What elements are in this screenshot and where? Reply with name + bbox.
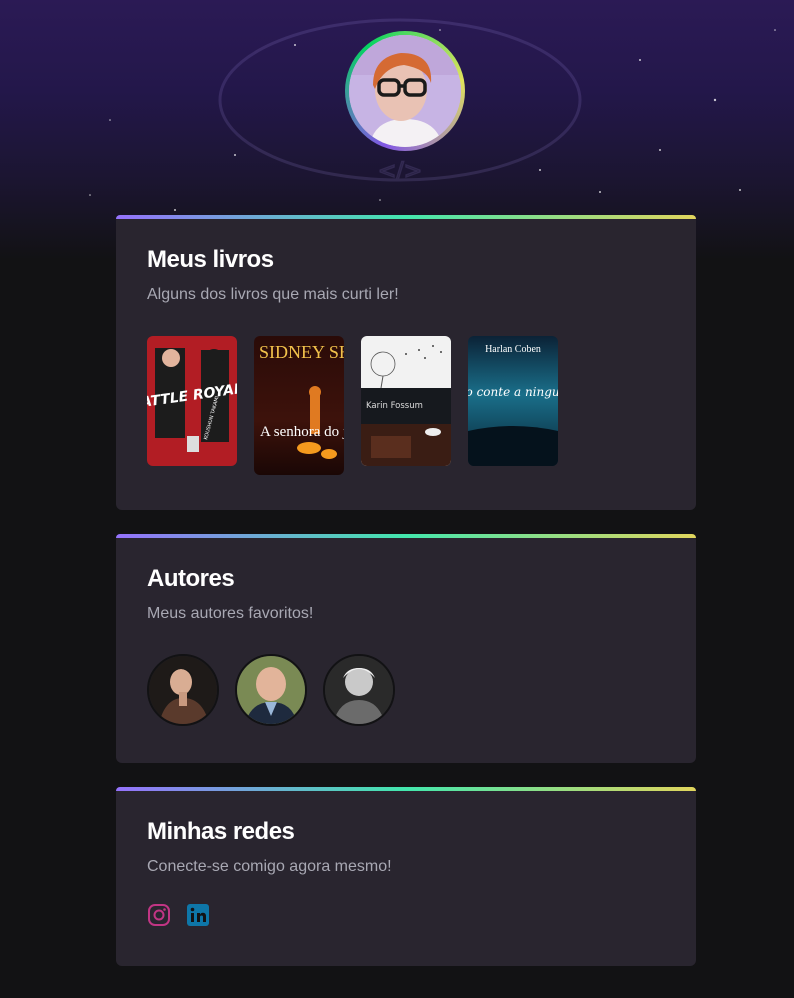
svg-text:</>: </> (378, 159, 422, 184)
book-cover-title: Não conte a ninguém (468, 385, 558, 399)
books-list: BATTLE ROYALE KOUSHUN TAKAMI SIDNEY SHEL… (147, 336, 665, 475)
author-photo-2[interactable] (235, 654, 307, 726)
authors-title: Autores (147, 565, 235, 592)
social-card: Minhas redes Conecte-se comigo agora mes… (116, 787, 696, 966)
linkedin-link[interactable] (186, 903, 210, 927)
author-photo-1[interactable] (147, 654, 219, 726)
books-card: Meus livros Alguns dos livros que mais c… (116, 215, 696, 510)
social-links (147, 903, 665, 927)
books-subtitle: Alguns dos livros que mais curti ler! (147, 286, 399, 303)
book-cover-author: SIDNEY SHELDON (259, 342, 344, 362)
profile-avatar (345, 31, 465, 151)
book-cover-title: A senhora do jogo (260, 424, 344, 440)
book-cover-karin-fossum[interactable]: Karin Fossum (361, 336, 451, 466)
social-title: Minhas redes (147, 818, 295, 845)
instagram-icon (148, 904, 170, 926)
authors-subtitle: Meus autores favoritos! (147, 605, 314, 622)
book-cover-author: Karin Fossum (366, 401, 423, 411)
book-cover-a-senhora-do-jogo[interactable]: SIDNEY SHELDON A senhora do jogo (254, 336, 344, 475)
books-title: Meus livros (147, 246, 274, 273)
instagram-link[interactable] (147, 903, 171, 927)
authors-list (147, 654, 665, 726)
social-subtitle: Conecte-se comigo agora mesmo! (147, 858, 392, 875)
book-cover-author: Harlan Coben (485, 344, 541, 355)
authors-card: Autores Meus autores favoritos! (116, 534, 696, 763)
book-cover-battle-royale[interactable]: BATTLE ROYALE KOUSHUN TAKAMI (147, 336, 237, 466)
author-photo-3[interactable] (323, 654, 395, 726)
book-cover-nao-conte-a-ninguem[interactable]: Harlan Coben Não conte a ninguém (468, 336, 558, 466)
profile-photo (349, 35, 461, 147)
linkedin-icon (187, 904, 209, 926)
